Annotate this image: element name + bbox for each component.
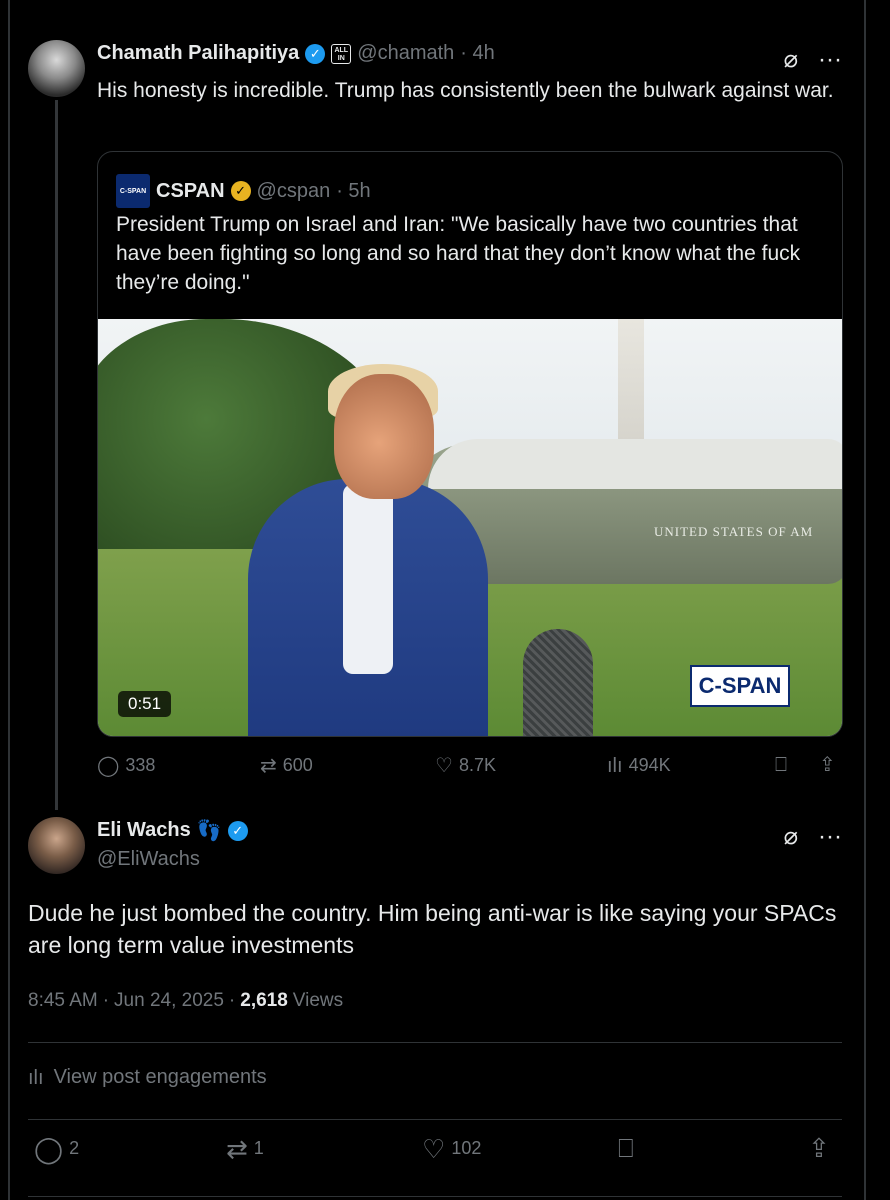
main-post-top-actions: ⌀ ···	[784, 822, 842, 851]
avatar[interactable]	[28, 817, 85, 874]
cspan-avatar[interactable]: C-SPAN	[116, 174, 150, 208]
video-helicopter-top	[428, 439, 842, 489]
video-duration: 0:51	[118, 691, 172, 717]
main-action-bar: ◯ 2 ⇄ 1 ♡ 102 ⎕ ⇪	[28, 1133, 842, 1168]
post-date[interactable]: Jun 24, 2025	[114, 990, 224, 1012]
reply-icon: ◯	[97, 754, 120, 777]
reply-button[interactable]: ◯ 338	[97, 755, 155, 776]
cspan-watermark: C-SPAN	[690, 665, 790, 707]
quoted-post-header: C-SPAN CSPAN ✓ @cspan · 5h	[116, 174, 371, 208]
views-chart-icon: ılı	[607, 754, 623, 777]
divider	[28, 1119, 842, 1120]
bookmark-icon: ⎕	[618, 1133, 634, 1163]
author-name[interactable]: Chamath Palihapitiya	[97, 42, 299, 65]
all-in-badge-icon[interactable]: ALL IN	[331, 43, 352, 64]
like-count: 102	[451, 1138, 482, 1158]
thread-connector-line	[55, 100, 58, 810]
video-person-shirt	[343, 484, 393, 674]
views-chart-icon: ılı	[28, 1066, 44, 1089]
author-handle[interactable]: @chamath	[357, 42, 454, 65]
reply-icon: ◯	[34, 1133, 64, 1164]
reply-button[interactable]: ◯ 2	[34, 1133, 80, 1164]
views-label: Views	[292, 990, 344, 1011]
repost-count: 1	[253, 1138, 264, 1158]
share-icon: ⇪	[808, 1133, 830, 1163]
verified-gold-badge-icon: ✓	[230, 181, 251, 201]
more-options-icon[interactable]: ···	[818, 46, 842, 74]
share-button[interactable]: ⇪	[808, 1133, 830, 1163]
verified-badge-icon: ✓	[227, 820, 248, 841]
repost-count: 600	[282, 755, 313, 775]
main-post-text: Dude he just bombed the country. Him bei…	[28, 900, 837, 958]
reply-count: 338	[125, 755, 156, 775]
name-emoji: 👣	[196, 820, 222, 842]
repost-icon: ⇄	[260, 754, 277, 777]
video-player[interactable]: UNITED STATES OF AM 0:51 C-SPAN	[98, 319, 842, 736]
video-person-head	[334, 374, 434, 499]
views-count: 2,618	[240, 990, 288, 1011]
main-post-header: Eli Wachs 👣 ✓	[97, 818, 248, 843]
frame-border-left	[8, 0, 10, 1200]
frame-border-right	[864, 0, 866, 1200]
like-button[interactable]: ♡ 8.7K	[435, 755, 496, 776]
divider	[28, 1196, 842, 1197]
verified-badge-icon: ✓	[305, 43, 326, 64]
post-time[interactable]: · 4h	[460, 42, 494, 65]
post-text: His honesty is incredible. Trump has con…	[97, 79, 834, 102]
repost-button[interactable]: ⇄ 600	[260, 755, 313, 776]
quoted-post[interactable]: C-SPAN CSPAN ✓ @cspan · 5h President Tru…	[97, 151, 843, 737]
engagements-label: View post engagements	[53, 1066, 267, 1088]
bookmark-button[interactable]: ⎕	[775, 755, 787, 775]
repost-button[interactable]: ⇄ 1	[226, 1133, 264, 1164]
bookmark-button[interactable]: ⎕	[618, 1133, 634, 1163]
grok-icon[interactable]: ⌀	[784, 822, 798, 851]
share-button[interactable]: ⇪	[819, 755, 836, 775]
share-icon: ⇪	[819, 754, 836, 776]
view-engagements-link[interactable]: ılı View post engagements	[28, 1066, 267, 1089]
separator: ·	[228, 990, 236, 1011]
like-button[interactable]: ♡ 102	[422, 1133, 482, 1164]
post-time[interactable]: 8:45 AM	[28, 990, 98, 1012]
reply-count: 2	[69, 1138, 80, 1158]
quoted-post-text: President Trump on Israel and Iran: "We …	[116, 213, 801, 294]
grok-icon[interactable]: ⌀	[784, 45, 798, 74]
bookmark-icon: ⎕	[775, 754, 787, 776]
heart-icon: ♡	[422, 1133, 446, 1164]
divider	[28, 1042, 842, 1043]
post-top-actions: ⌀ ···	[784, 45, 842, 74]
parent-action-bar: ◯ 338 ⇄ 600 ♡ 8.7K ılı 494K ⎕ ⇪	[97, 755, 842, 785]
video-microphone	[523, 629, 593, 736]
separator: ·	[102, 990, 110, 1011]
author-handle[interactable]: @EliWachs	[97, 848, 200, 871]
quoted-author-handle[interactable]: @cspan	[257, 180, 331, 203]
avatar[interactable]	[28, 40, 85, 97]
repost-icon: ⇄	[226, 1133, 248, 1164]
post-header: Chamath Palihapitiya ✓ ALL IN @chamath · …	[97, 42, 495, 65]
post-timestamp: 8:45 AM · Jun 24, 2025 · 2,618 Views	[28, 990, 343, 1012]
like-count: 8.7K	[458, 755, 496, 775]
views-button[interactable]: ılı 494K	[607, 755, 671, 776]
views-count: 494K	[628, 755, 671, 775]
more-options-icon[interactable]: ···	[818, 823, 842, 851]
heart-icon: ♡	[435, 754, 453, 777]
helicopter-label: UNITED STATES OF AM	[654, 524, 814, 539]
quoted-author-name[interactable]: CSPAN	[156, 180, 225, 203]
author-name[interactable]: Eli Wachs	[97, 819, 191, 842]
quoted-post-time[interactable]: · 5h	[336, 180, 370, 203]
